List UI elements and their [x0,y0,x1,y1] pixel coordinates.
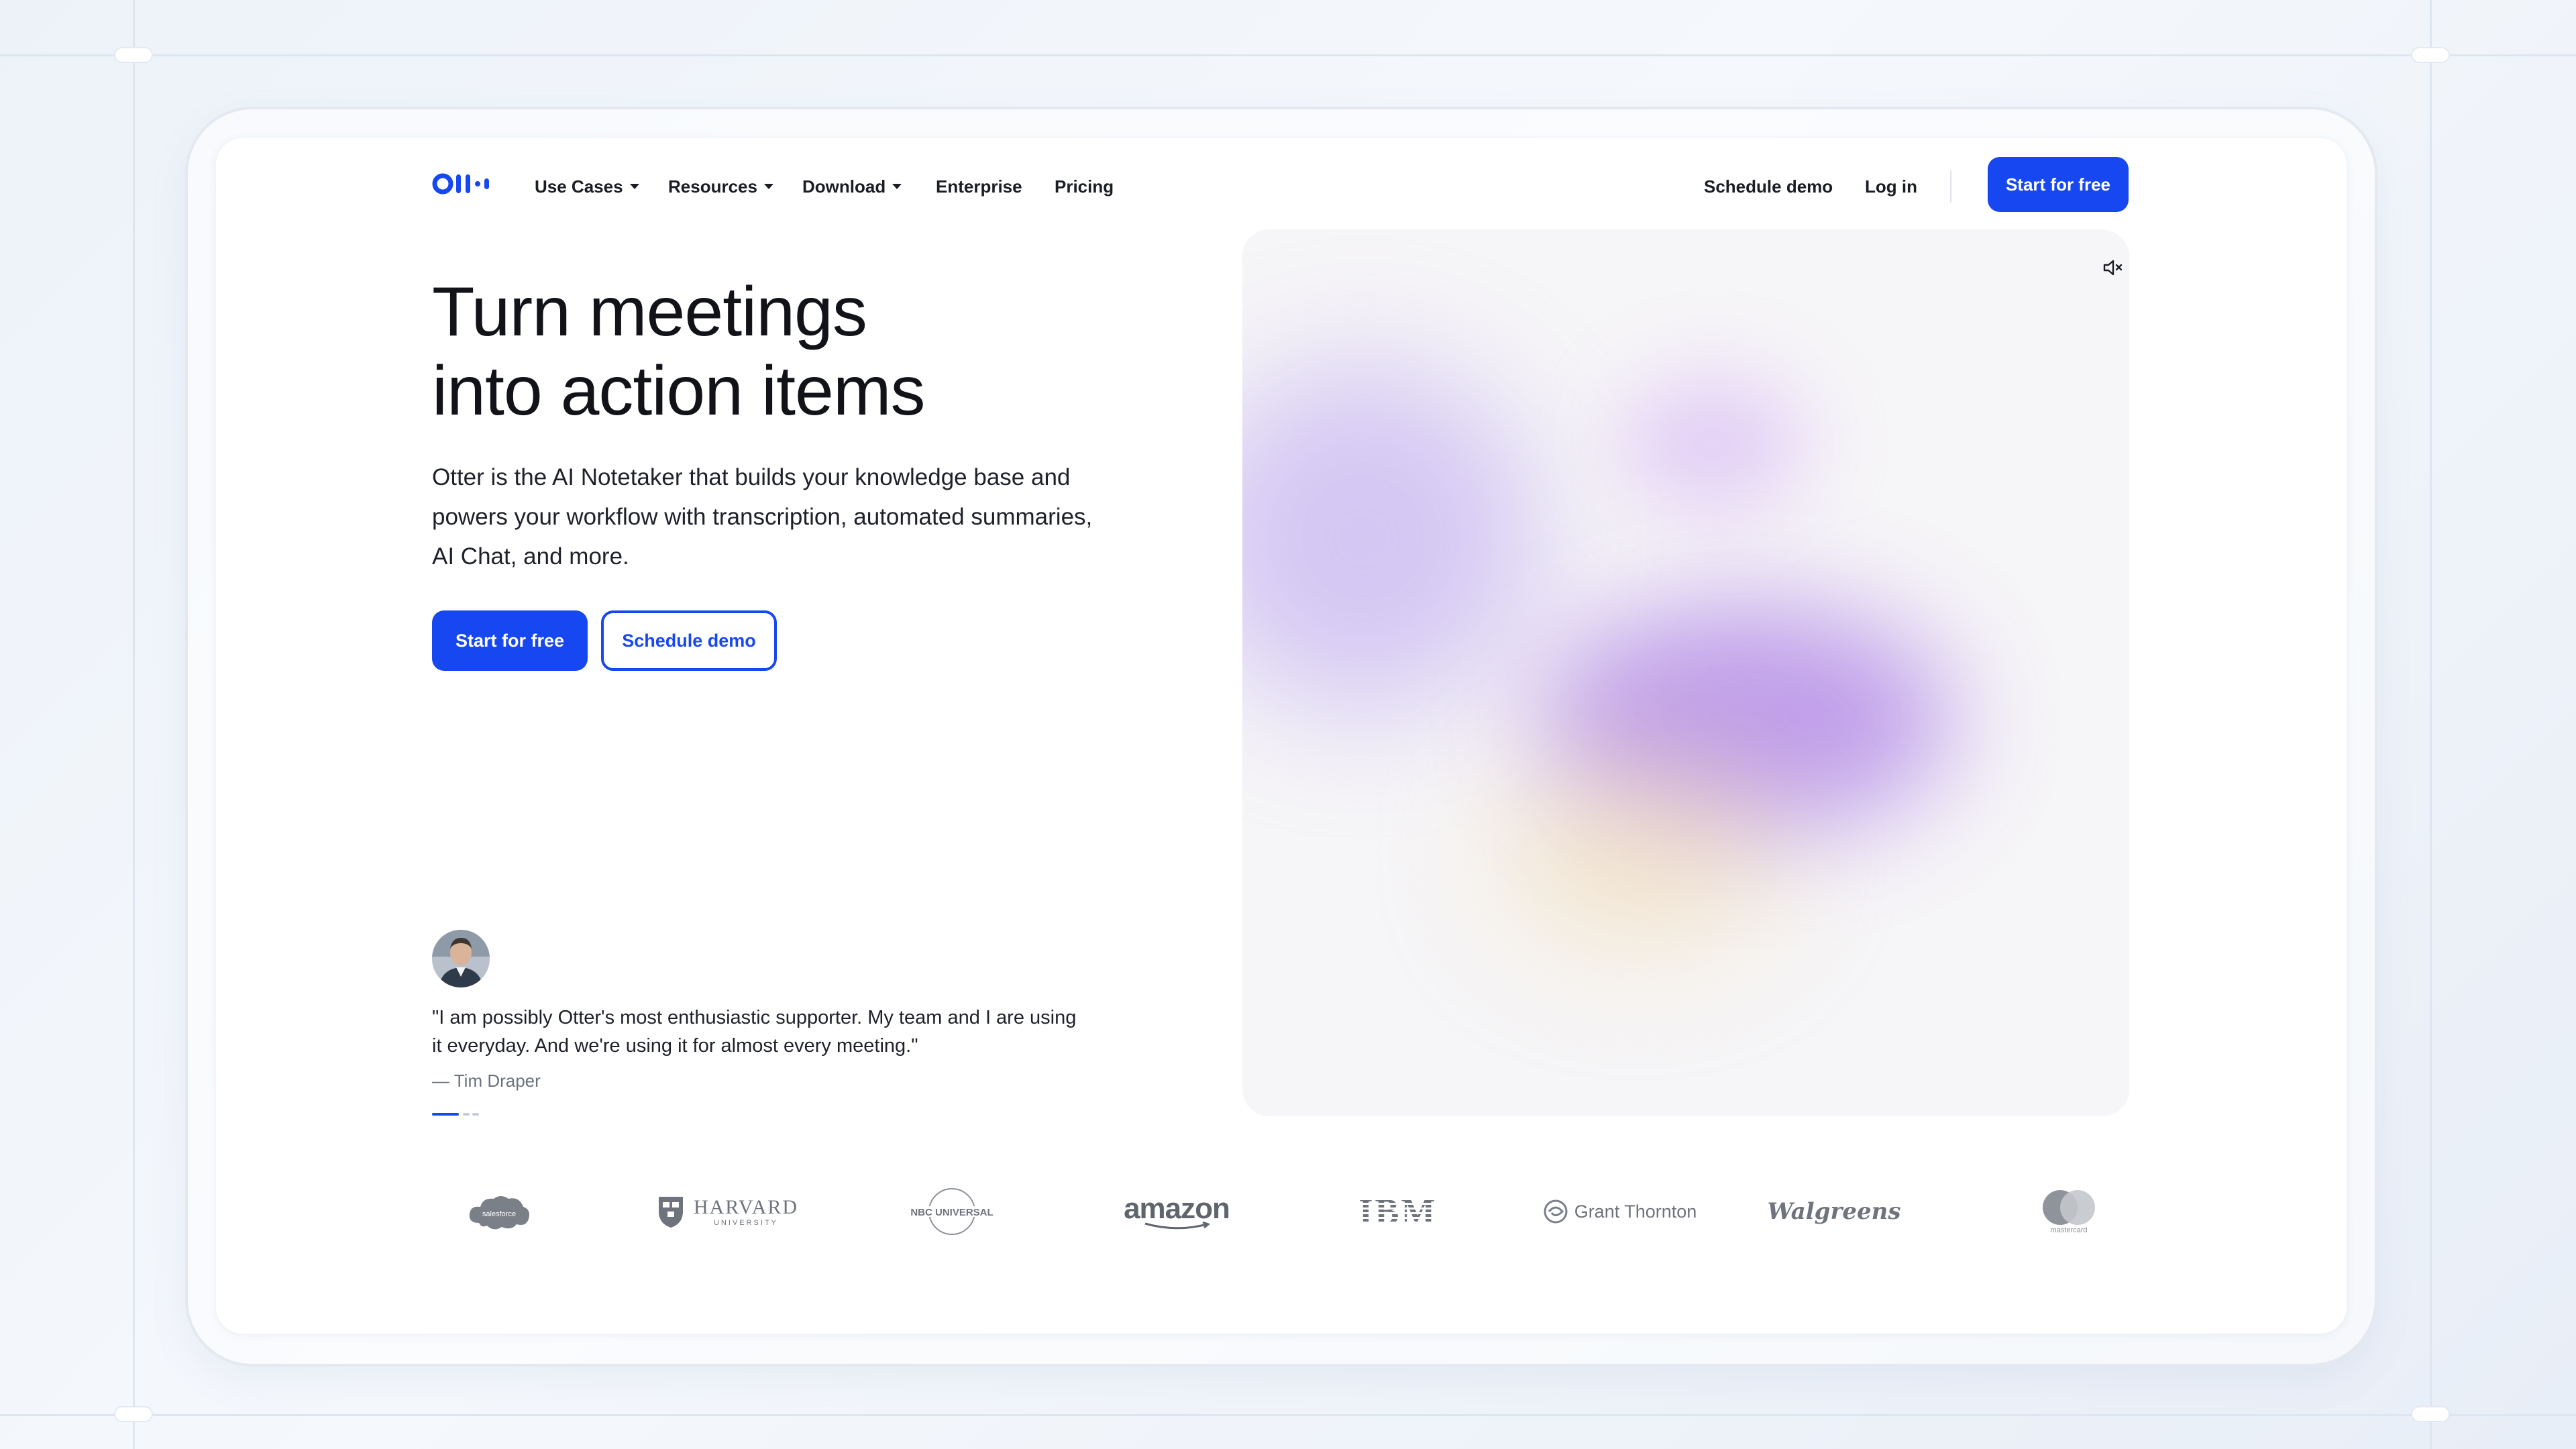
background-guide-bottom [0,1414,2576,1416]
hero-schedule-demo-button[interactable]: Schedule demo [601,610,777,671]
testimonial-pager[interactable] [432,1113,479,1116]
nav-download-label: Download [802,176,886,197]
nav-enterprise[interactable]: Enterprise [936,173,1022,200]
hero-subtitle: Otter is the AI Notetaker that builds yo… [432,464,1093,570]
browser-viewport: Use Cases Resources Download Enterprise … [216,138,2347,1334]
harvard-logo: HARVARD UNIVERSITY [633,1165,821,1258]
nbc-universal-logo: NBC UNIVERSAL [875,1165,1029,1258]
guide-marker [115,1407,152,1421]
nav-resources[interactable]: Resources [668,173,773,200]
pager-dot[interactable] [472,1113,479,1116]
person-portrait-icon [432,930,490,987]
nav-schedule-demo[interactable]: Schedule demo [1704,173,1833,200]
guide-marker [2412,1407,2449,1421]
gradient-blob [1242,364,1538,712]
harvard-subtitle: UNIVERSITY [713,1219,778,1227]
nav-download[interactable]: Download [802,173,902,200]
walgreens-wordmark: Walgreens [1767,1198,1901,1225]
gradient-blob [1497,753,1779,954]
nav-enterprise-label: Enterprise [936,176,1022,197]
ibm-wordmark: IBM [1358,1191,1438,1232]
background-guide-left [133,0,135,1449]
nav-resources-label: Resources [668,176,757,197]
background-guide-right [2430,0,2432,1449]
speaker-muted-icon[interactable] [2101,256,2124,279]
testimonial-author: — Tim Draper [432,1071,541,1091]
chevron-down-icon [763,184,773,189]
walgreens-logo: Walgreens [1760,1165,1908,1258]
nav-start-free-button[interactable]: Start for free [1988,157,2129,212]
chevron-down-icon [629,184,639,189]
top-nav: Use Cases Resources Download Enterprise … [216,138,2347,232]
otter-logo[interactable] [432,172,496,196]
harvard-wordmark: HARVARD [693,1196,799,1218]
nav-schedule-demo-label: Schedule demo [1704,176,1833,197]
svg-text:NBC UNIVERSAL: NBC UNIVERSAL [910,1207,993,1218]
avatar [432,930,490,987]
guide-marker [115,48,152,62]
mastercard-wordmark: mastercard [2050,1226,2088,1234]
hero-video[interactable] [1242,229,2129,1116]
mastercard-logo: mastercard [2002,1165,2136,1258]
guide-marker [2412,48,2449,62]
nav-pricing-label: Pricing [1055,176,1114,197]
nav-use-cases[interactable]: Use Cases [535,173,639,200]
svg-text:salesforce: salesforce [482,1210,516,1218]
testimonial-quote: "I am possibly Otter's most enthusiastic… [432,1007,1077,1057]
amazon-logo: amazon [1103,1165,1250,1258]
hero-title-line-2: into action items [432,352,925,430]
nav-divider [1950,170,1951,203]
background-guide-top [0,54,2576,56]
salesforce-logo: salesforce [432,1165,566,1258]
nav-login[interactable]: Log in [1865,173,1917,200]
chevron-down-icon [892,184,902,189]
pager-dot[interactable] [463,1113,470,1116]
grant-thornton-logo: Grant Thornton [1532,1165,1707,1258]
hero-start-free-button[interactable]: Start for free [432,610,588,671]
gradient-blob [1618,377,1806,511]
nav-pricing[interactable]: Pricing [1055,173,1114,200]
pager-dot-active[interactable] [432,1113,459,1116]
ibm-logo: IBM [1324,1165,1472,1258]
amazon-wordmark: amazon [1124,1192,1230,1225]
nav-use-cases-label: Use Cases [535,176,623,197]
customer-logos: salesforce HARVARD UNIVERSITY NBC UNIVER… [432,1165,2129,1258]
nav-login-label: Log in [1865,176,1917,197]
hero-title-line-1: Turn meetings [432,273,867,351]
hero-title: Turn meetings into action items [432,272,1170,431]
grant-thornton-wordmark: Grant Thornton [1574,1201,1697,1222]
